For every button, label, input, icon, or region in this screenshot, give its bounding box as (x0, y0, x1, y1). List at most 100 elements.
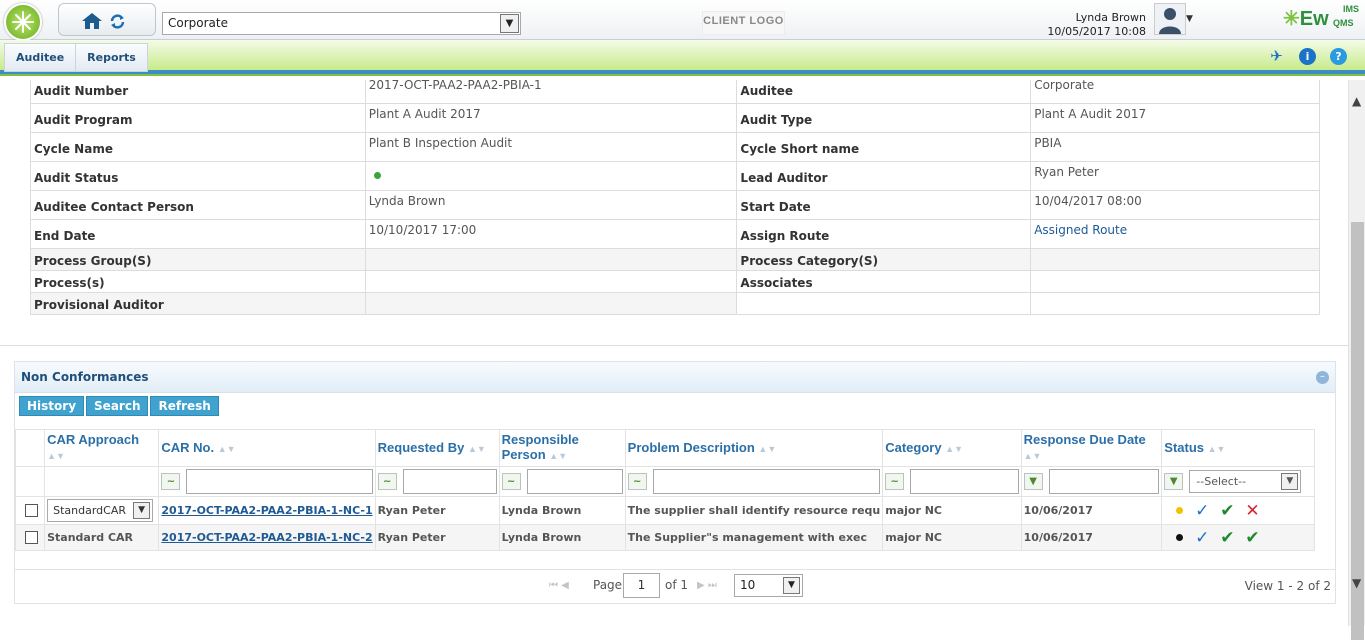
car-no-link[interactable]: 2017-OCT-PAA2-PAA2-PBIA-1-NC-2 (161, 531, 372, 544)
col-car-no[interactable]: CAR No. ▲▼ (158, 429, 376, 467)
page-of: of 1 (665, 578, 689, 592)
page-size-select[interactable]: 10 ▼ (734, 574, 803, 597)
view-info: View 1 - 2 of 2 (1244, 579, 1331, 593)
approve-icon[interactable]: ✔ (1245, 528, 1259, 548)
detail-label-text: Start Date (740, 200, 811, 214)
detail-label-text: Audit Status (34, 171, 119, 185)
detail-row: Audit Program Plant A Audit 2017 Audit Typ… (30, 103, 1320, 133)
top-bar: Corporate ▼ CLIENT LOGO Lynda Brown 10/0… (0, 0, 1365, 41)
table-row[interactable]: Standard CAR 2017-OCT-PAA2-PAA2-PBIA-1-N… (14, 524, 1315, 551)
select-column-header (14, 429, 46, 467)
detail-value (364, 270, 738, 293)
detail-value: 2017-OCT-PAA2-PAA2-PBIA-1 (364, 80, 738, 104)
col-requested-by[interactable]: Requested By ▲▼ (374, 429, 500, 467)
status-cell: ✓ ✔ ✔ (1161, 524, 1315, 551)
row-checkbox[interactable] (25, 531, 38, 545)
scroll-up-icon[interactable]: ▲ (1352, 94, 1361, 108)
scrollbar[interactable]: ▲ ▼ (1348, 80, 1365, 640)
filter-op-icon[interactable]: ~ (627, 473, 647, 490)
avatar[interactable] (1154, 3, 1186, 35)
col-responsible-person[interactable]: Responsible Person ▲▼ (498, 429, 626, 467)
reject-icon[interactable]: ✕ (1245, 501, 1259, 521)
status-filter-select[interactable]: --Select-- ▼ (1189, 470, 1302, 493)
requested-by-filter-input[interactable] (402, 469, 497, 494)
refresh-button[interactable]: Refresh (150, 396, 219, 416)
filter-funnel-icon[interactable]: ▼ (1023, 473, 1043, 490)
detail-label: Cycle Name (30, 132, 366, 162)
status-cell: ✓ ✔ ✕ (1161, 496, 1315, 525)
approve-icon[interactable]: ✔ (1220, 528, 1234, 548)
col-car-approach[interactable]: CAR Approach ▲▼ (44, 429, 160, 467)
filter-op-icon[interactable]: ~ (161, 473, 181, 490)
scroll-down-icon[interactable]: ▼ (1352, 576, 1361, 590)
detail-value-text: Corporate (1034, 80, 1095, 92)
detail-value-text: Plant A Audit 2017 (1034, 107, 1147, 121)
detail-value: Assigned Route (1030, 219, 1320, 249)
user-menu-caret-icon[interactable]: ▼ (1186, 14, 1193, 24)
page-input[interactable]: 1 (623, 573, 660, 598)
table-row[interactable]: StandardCAR ▼ 2017-OCT-PAA2-PAA2-PBIA-1-N… (14, 496, 1315, 525)
detail-label-text: Process Category(S) (740, 254, 879, 268)
detail-label-text: Process(s) (34, 276, 105, 290)
pin-icon[interactable]: ✈ (1268, 48, 1285, 65)
detail-value-text[interactable]: Assigned Route (1034, 223, 1127, 237)
detail-row: Audit Status Lead Auditor Ryan Peter (30, 161, 1320, 191)
responsible-filter-input[interactable] (526, 469, 623, 494)
filter-funnel-icon[interactable]: ▼ (1164, 473, 1184, 490)
due-date-cell: 10/06/2017 (1020, 524, 1163, 551)
status-dot-icon (1176, 507, 1184, 514)
help-icon[interactable]: ? (1330, 48, 1347, 65)
detail-value: 10/04/2017 08:00 (1030, 190, 1320, 220)
col-problem-description[interactable]: Problem Description ▲▼ (624, 429, 884, 467)
page-label: Page (593, 578, 623, 592)
detail-value-text: Lynda Brown (368, 194, 446, 208)
detail-label (736, 292, 1032, 315)
detail-value (1030, 270, 1320, 293)
tab-reports[interactable]: Reports (76, 44, 147, 71)
row-checkbox[interactable] (25, 504, 38, 518)
detail-value: 10/10/2017 17:00 (364, 219, 738, 249)
due-date-filter-input[interactable] (1048, 469, 1160, 494)
next-last-page-icon[interactable]: ▶ ⏭ (697, 580, 717, 591)
category-filter-input[interactable] (910, 469, 1019, 494)
detail-label-text: Audit Number (34, 84, 129, 98)
problem-filter-input[interactable] (652, 469, 881, 494)
detail-label: Provisional Auditor (30, 292, 366, 315)
info-icon[interactable]: i (1299, 48, 1316, 65)
filter-op-icon[interactable]: ~ (501, 473, 521, 490)
detail-label-text: Cycle Short name (740, 142, 860, 156)
car-approach-cell: Standard CAR (44, 524, 160, 551)
company-select[interactable]: Corporate ▼ (162, 12, 521, 35)
nc-header-row: CAR Approach ▲▼ CAR No. ▲▼ Requested By … (14, 429, 1315, 467)
search-button[interactable]: Search (86, 396, 149, 416)
collapse-icon[interactable]: – (1316, 371, 1329, 384)
detail-row: Process Group(S) Process Category(S) (30, 248, 1320, 271)
history-button[interactable]: History (19, 396, 85, 416)
car-approach-select[interactable]: StandardCAR ▼ (47, 499, 154, 522)
home-icon[interactable] (81, 12, 103, 33)
col-status[interactable]: Status ▲▼ (1161, 429, 1315, 467)
filter-op-icon[interactable]: ~ (885, 473, 905, 490)
refresh-icon[interactable] (109, 13, 126, 33)
checkmark-icon[interactable]: ✓ (1195, 501, 1209, 521)
detail-value-text: 10/04/2017 08:00 (1034, 194, 1142, 208)
filter-row: ~ ~ ~ ~ ~ ▼ ▼ --Select-- ▼ (14, 466, 1315, 497)
category-cell: major NC (882, 524, 1022, 551)
app-logo-icon[interactable] (4, 3, 42, 41)
detail-label-text: Audit Program (34, 113, 133, 127)
checkmark-icon[interactable]: ✓ (1195, 528, 1209, 548)
car-no-filter-input[interactable] (186, 469, 373, 494)
first-prev-page-icon[interactable]: ⏮ ◀ (549, 580, 569, 591)
col-category[interactable]: Category ▲▼ (882, 429, 1022, 467)
tab-auditee[interactable]: Auditee (5, 44, 77, 71)
detail-value-text: PBIA (1034, 136, 1062, 150)
car-no-link[interactable]: 2017-OCT-PAA2-PAA2-PBIA-1-NC-1 (161, 504, 372, 517)
detail-label: Process Group(S) (30, 248, 366, 271)
col-response-due-date[interactable]: Response Due Date ▲▼ (1020, 429, 1163, 467)
detail-label-text: Associates (740, 276, 813, 290)
status-dot-icon (1176, 534, 1184, 541)
problem-cell: The supplier shall identify resource req… (624, 496, 884, 525)
approve-icon[interactable]: ✔ (1220, 501, 1234, 521)
chevron-down-icon[interactable]: ▼ (500, 14, 519, 33)
filter-op-icon[interactable]: ~ (377, 473, 397, 490)
